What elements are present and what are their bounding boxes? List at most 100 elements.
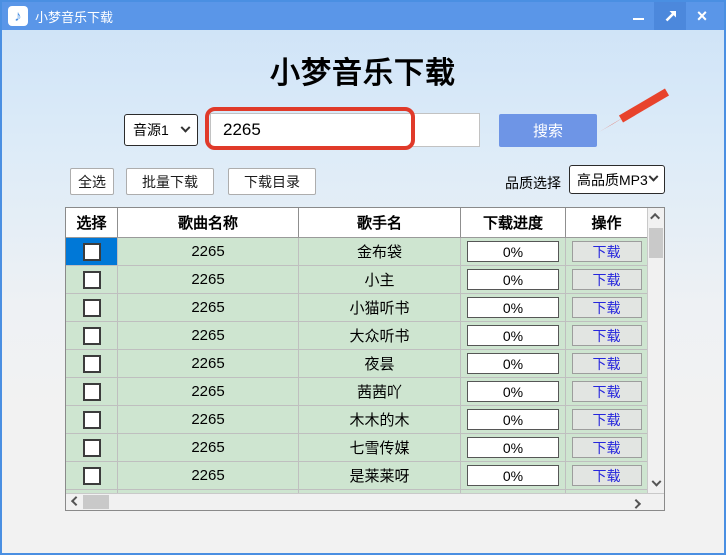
header-select: 选择 <box>66 208 118 237</box>
scroll-down-button[interactable] <box>648 476 664 493</box>
row-checkbox[interactable] <box>83 411 101 429</box>
chevron-down-icon <box>649 172 659 182</box>
action-cell: 下载 <box>566 434 647 461</box>
song-name-cell: 2265 <box>118 294 299 321</box>
row-checkbox[interactable] <box>83 439 101 457</box>
table-row: 2265大众听书0%下载 <box>66 322 648 350</box>
progress-cell: 0% <box>461 434 566 461</box>
song-name-cell: 2265 <box>118 378 299 405</box>
scroll-up-button[interactable] <box>648 208 664 225</box>
artist-name-cell: 大众听书 <box>299 322 461 349</box>
row-checkbox[interactable] <box>83 243 101 261</box>
header-song-name: 歌曲名称 <box>118 208 299 237</box>
download-dir-button[interactable]: 下载目录 <box>228 168 316 195</box>
action-cell: 下载 <box>566 350 647 377</box>
progress-cell: 0% <box>461 266 566 293</box>
batch-download-button[interactable]: 批量下载 <box>126 168 214 195</box>
download-button[interactable]: 下载 <box>572 241 642 262</box>
vertical-scrollbar[interactable] <box>647 208 664 493</box>
header-artist-name: 歌手名 <box>299 208 461 237</box>
page-title: 小梦音乐下载 <box>2 48 724 92</box>
maximize-icon <box>664 10 677 23</box>
progress-box: 0% <box>467 381 559 402</box>
quality-select-value: 高品质MP3 <box>577 170 648 190</box>
action-cell: 下载 <box>566 462 647 489</box>
action-cell: 下载 <box>566 406 647 433</box>
table-body: 2265金布袋0%下载2265小主0%下载2265小猫听书0%下载2265大众听… <box>66 238 648 493</box>
progress-cell: 0% <box>461 322 566 349</box>
close-button[interactable]: × <box>686 2 718 30</box>
minimize-button[interactable] <box>622 2 654 30</box>
download-button[interactable]: 下载 <box>572 353 642 374</box>
action-cell: 下载 <box>566 238 647 265</box>
download-button[interactable]: 下载 <box>572 269 642 290</box>
download-button[interactable]: 下载 <box>572 409 642 430</box>
progress-cell: 0% <box>461 378 566 405</box>
table-header-row: 选择 歌曲名称 歌手名 下载进度 操作 <box>66 208 648 238</box>
table-row: 2265木木的木 0% 下载 <box>66 406 648 434</box>
row-checkbox[interactable] <box>83 271 101 289</box>
select-cell <box>66 462 118 489</box>
search-input[interactable] <box>210 113 480 147</box>
select-cell <box>66 322 118 349</box>
table-row: 2265小主0%下载 <box>66 266 648 294</box>
row-checkbox[interactable] <box>83 467 101 485</box>
progress-box: 0% <box>467 437 559 458</box>
select-cell <box>66 434 118 461</box>
source-select[interactable]: 音源1 <box>124 114 198 146</box>
download-button[interactable]: 下载 <box>572 465 642 486</box>
action-cell: 下载 <box>566 266 647 293</box>
select-cell <box>66 350 118 377</box>
row-checkbox[interactable] <box>83 383 101 401</box>
artist-name-cell: 是莱莱呀 <box>299 462 461 489</box>
download-button[interactable]: 下载 <box>572 437 642 458</box>
select-cell <box>66 378 118 405</box>
song-name-cell: 2265 <box>118 406 299 433</box>
download-button[interactable]: 下载 <box>572 297 642 318</box>
progress-cell: 0% <box>461 238 566 265</box>
minimize-icon <box>633 18 644 20</box>
song-table: 选择 歌曲名称 歌手名 下载进度 操作 2265金布袋0%下载2265小主0%下… <box>65 207 665 511</box>
search-button[interactable]: 搜索 <box>499 114 597 147</box>
progress-box: 0% <box>467 297 559 318</box>
titlebar: ♪ 小梦音乐下载 × <box>2 2 724 30</box>
chevron-down-icon <box>181 122 191 132</box>
artist-name-cell: 木木的木 <box>299 406 461 433</box>
music-note-icon: ♪ <box>8 6 28 26</box>
progress-box: 0% <box>467 409 559 430</box>
vertical-scroll-thumb[interactable] <box>649 228 663 258</box>
progress-box: 0% <box>467 269 559 290</box>
artist-name-cell: 夜昙 <box>299 350 461 377</box>
row-checkbox[interactable] <box>83 355 101 373</box>
action-cell: 下载 <box>566 378 647 405</box>
scroll-left-button[interactable] <box>66 494 83 510</box>
window-controls: × <box>622 2 718 30</box>
chevron-left-icon <box>71 496 81 506</box>
window-title: 小梦音乐下载 <box>35 7 113 26</box>
row-checkbox[interactable] <box>83 299 101 317</box>
artist-name-cell: 七雪传媒 <box>299 434 461 461</box>
scroll-right-button[interactable] <box>629 494 646 510</box>
table-row: 2265茜茜吖 0% 下载 <box>66 378 648 406</box>
row-checkbox[interactable] <box>83 327 101 345</box>
select-cell <box>66 266 118 293</box>
artist-name-cell: 茜茜吖 <box>299 378 461 405</box>
artist-name-cell: 小猫听书 <box>299 294 461 321</box>
quality-select[interactable]: 高品质MP3 <box>569 165 665 194</box>
download-button[interactable]: 下载 <box>572 381 642 402</box>
select-cell <box>66 238 118 265</box>
horizontal-scroll-thumb[interactable] <box>83 495 109 509</box>
chevron-down-icon <box>651 477 661 487</box>
select-cell <box>66 406 118 433</box>
header-progress: 下载进度 <box>461 208 566 237</box>
song-name-cell: 2265 <box>118 238 299 265</box>
download-button[interactable]: 下载 <box>572 325 642 346</box>
horizontal-scrollbar[interactable] <box>66 493 664 510</box>
select-all-button[interactable]: 全选 <box>70 168 114 195</box>
table-row: 2265七雪传媒0%下载 <box>66 434 648 462</box>
maximize-button[interactable] <box>654 2 686 30</box>
progress-box: 0% <box>467 241 559 262</box>
app-window: ♪ 小梦音乐下载 × 小梦音乐下载 音源1 搜索 <box>0 0 726 555</box>
table-row: 2265夜昙0%下载 <box>66 350 648 378</box>
progress-cell: 0% <box>461 462 566 489</box>
